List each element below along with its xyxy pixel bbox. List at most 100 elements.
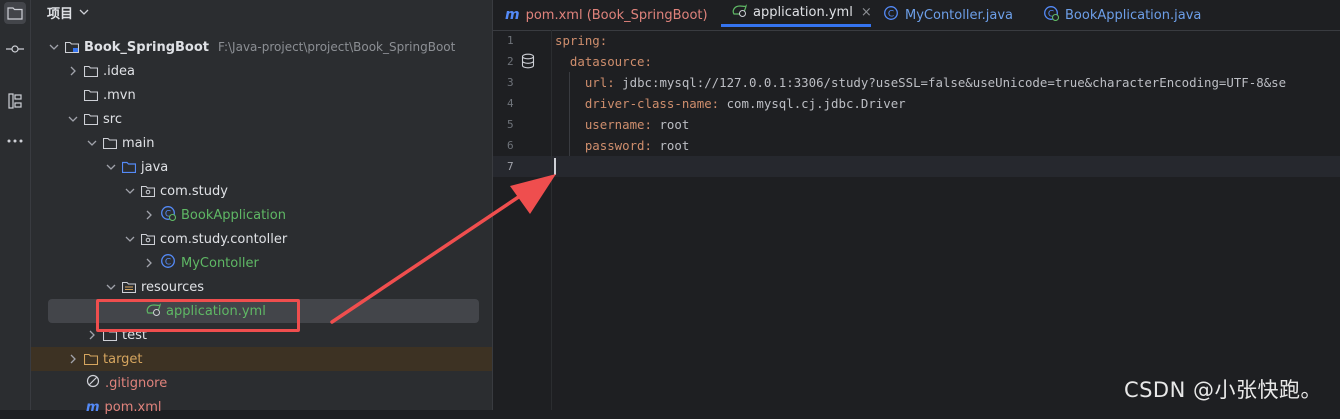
tab-label: pom.xml (Book_SpringBoot) — [525, 7, 708, 23]
chevron-down-icon[interactable] — [79, 5, 89, 20]
folder-icon — [83, 65, 99, 78]
line-number: 5 — [507, 118, 514, 131]
tab-bookapplication-java[interactable]: C BookApplication.java — [1043, 0, 1201, 30]
watermark: CSDN @小张快跑。 — [1123, 378, 1322, 402]
tree-row-book-springboot[interactable]: Book_SpringBoot F:\Java-project\project\… — [31, 35, 492, 59]
tree-item-label: .mvn — [103, 87, 136, 103]
tab-label: BookApplication.java — [1065, 7, 1202, 23]
tree-item-label: pom.xml — [104, 399, 162, 415]
yaml-value: com.mysql.cj.jdbc.Driver — [719, 96, 906, 111]
yaml-key: username: — [555, 117, 652, 132]
tree-row-main[interactable]: main — [31, 131, 492, 155]
class-icon: C — [160, 253, 176, 273]
tree-item-label: main — [122, 135, 155, 151]
current-line-highlight — [493, 156, 1340, 177]
excluded-folder-icon — [83, 353, 99, 366]
tree-item-label: Book_SpringBoot — [84, 39, 209, 55]
tree-row-target[interactable]: target — [31, 347, 492, 371]
tree-row-bookapplication[interactable]: C BookApplication — [31, 203, 492, 227]
svg-text:C: C — [888, 10, 894, 20]
code-line[interactable]: driver-class-name: com.mysql.cj.jdbc.Dri… — [555, 93, 906, 114]
chevron-down-icon[interactable] — [105, 281, 117, 293]
chevron-down-icon[interactable] — [67, 113, 79, 125]
tab-pom-xml[interactable]: m pom.xml (Book_SpringBoot) — [505, 0, 708, 30]
spring-class-icon: C — [1043, 5, 1060, 25]
tree-row-com-study-contoller[interactable]: com.study.contoller — [31, 227, 492, 251]
package-icon — [140, 185, 156, 198]
code-line[interactable]: password: root — [555, 135, 689, 156]
annotation-highlight-box — [96, 299, 300, 332]
tree-item-label: java — [141, 159, 169, 175]
tree-item-label: src — [103, 111, 122, 127]
tree-row-java[interactable]: java — [31, 155, 492, 179]
chevron-down-icon[interactable] — [105, 161, 117, 173]
line-number: 7 — [507, 160, 514, 173]
tree-item-label: BookApplication — [181, 207, 286, 223]
chevron-right-icon[interactable] — [67, 65, 79, 77]
tab-mycontoller-java[interactable]: C MyContoller.java — [883, 0, 1013, 30]
code-line[interactable]: username: root — [555, 114, 689, 135]
tree-item-label: MyContoller — [181, 255, 259, 271]
tab-application-yml[interactable]: application.yml × — [721, 0, 872, 27]
chevron-down-icon[interactable] — [48, 41, 60, 53]
folder-icon[interactable] — [4, 2, 26, 24]
class-icon: C — [883, 5, 899, 25]
maven-icon: m — [505, 7, 520, 23]
line-number: 1 — [507, 34, 514, 47]
chevron-right-icon[interactable] — [67, 353, 79, 365]
more-icon[interactable] — [4, 130, 26, 152]
tree-item-label: target — [103, 351, 143, 367]
tree-item-label: .gitignore — [105, 375, 168, 391]
code-line[interactable]: datasource: — [555, 51, 652, 72]
tree-row-src[interactable]: src — [31, 107, 492, 131]
commit-icon[interactable] — [4, 38, 26, 60]
editor-area: m pom.xml (Book_SpringBoot) application.… — [493, 0, 1340, 410]
source-folder-icon — [121, 161, 137, 174]
package-icon — [140, 233, 156, 246]
yaml-value: root — [651, 117, 690, 132]
tree-row-mycontoller[interactable]: C MyContoller — [31, 251, 492, 275]
tree-row-gitignore[interactable]: .gitignore — [31, 371, 492, 395]
chevron-down-icon[interactable] — [124, 233, 136, 245]
yaml-key: url: — [555, 75, 615, 90]
tab-label: application.yml — [753, 4, 853, 20]
spring-class-icon: C — [160, 205, 177, 225]
project-panel-header[interactable]: 项目 — [47, 2, 89, 22]
resource-folder-icon — [121, 281, 137, 294]
line-number: 3 — [507, 76, 514, 89]
tree-item-label: .idea — [103, 63, 135, 79]
maven-icon: m — [86, 399, 100, 415]
yaml-value: jdbc:mysql://127.0.0.1:3306/study?useSSL… — [614, 75, 1287, 90]
tree-row-com-study[interactable]: com.study — [31, 179, 492, 203]
close-icon[interactable]: × — [861, 5, 872, 20]
database-icon[interactable] — [521, 53, 535, 73]
activity-bar — [0, 0, 31, 410]
yaml-key: spring: — [555, 33, 608, 48]
yml-icon — [731, 3, 747, 21]
folder-icon — [102, 137, 118, 150]
tree-item-label: resources — [141, 279, 205, 295]
code-line[interactable]: url: jdbc:mysql://127.0.0.1:3306/study?u… — [555, 72, 1340, 93]
folder-icon — [83, 89, 99, 102]
tree-row-pom-xml[interactable]: m pom.xml — [31, 395, 492, 419]
line-number: 4 — [507, 97, 514, 110]
chevron-right-icon[interactable] — [143, 257, 155, 269]
folder-icon — [83, 113, 99, 126]
line-number: 2 — [507, 55, 514, 68]
text-caret — [554, 158, 556, 175]
svg-text:C: C — [165, 258, 171, 268]
yaml-value: root — [651, 138, 690, 153]
chevron-down-icon[interactable] — [86, 137, 98, 149]
module-folder-icon — [64, 41, 80, 54]
tree-row-mvn[interactable]: .mvn — [31, 83, 492, 107]
chevron-right-icon[interactable] — [143, 209, 155, 221]
tree-item-label: com.study — [160, 183, 228, 199]
tree-item-label: com.study.contoller — [160, 231, 288, 247]
structure-icon[interactable] — [4, 90, 26, 112]
tree-item-path: F:\Java-project\project\Book_SpringBoot — [218, 40, 456, 54]
chevron-down-icon[interactable] — [124, 185, 136, 197]
project-panel-title: 项目 — [47, 6, 74, 22]
code-line[interactable]: spring: — [555, 30, 607, 51]
tree-row-resources[interactable]: resources — [31, 275, 492, 299]
tree-row-idea[interactable]: .idea — [31, 59, 492, 83]
